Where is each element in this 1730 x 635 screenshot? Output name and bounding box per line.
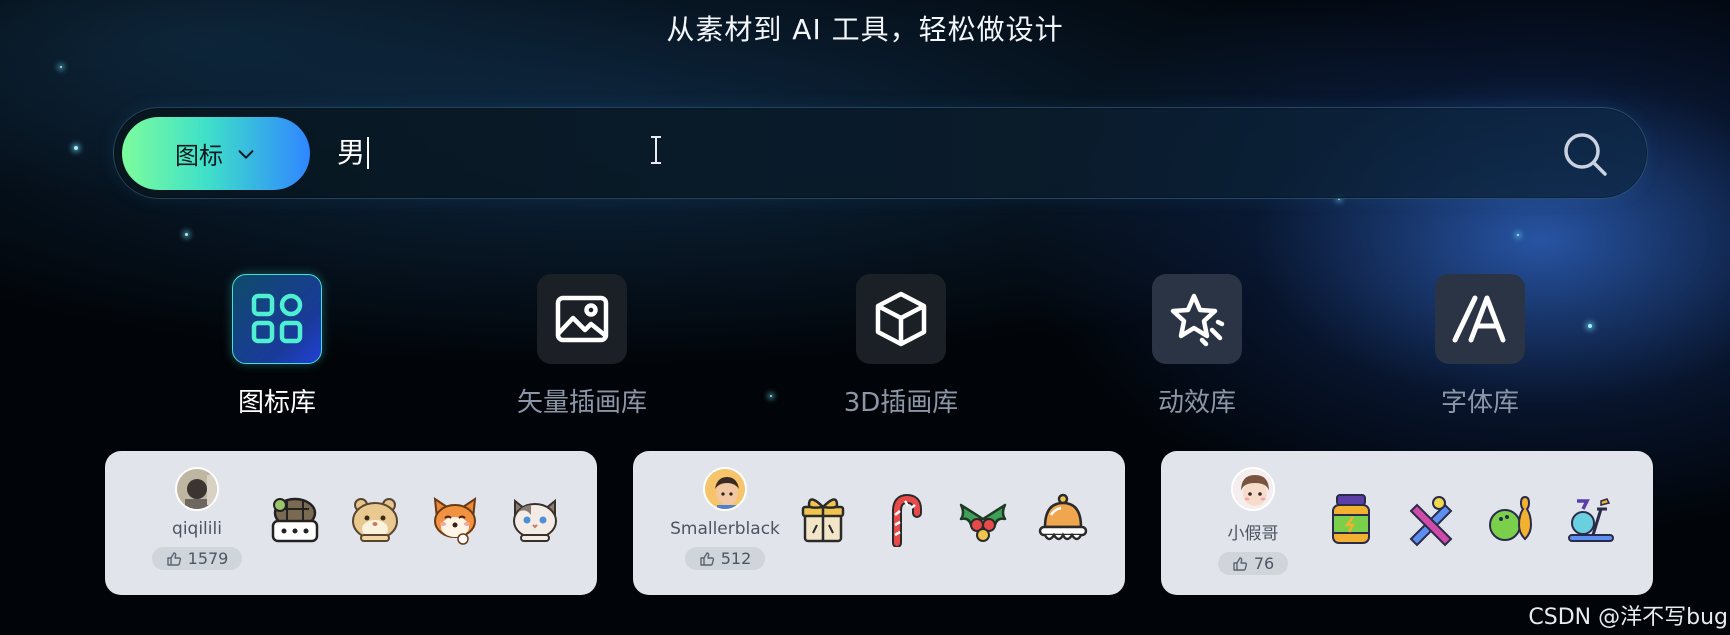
text-cursor-icon xyxy=(651,136,661,164)
like-count-value: 512 xyxy=(720,549,752,568)
category-label: 图标库 xyxy=(237,388,316,418)
gift-icon[interactable] xyxy=(795,489,851,549)
search-type-dropdown[interactable]: 图标 xyxy=(122,117,310,190)
like-count-value: 1579 xyxy=(187,549,229,568)
bell-icon[interactable] xyxy=(1035,489,1091,549)
icon-set-card[interactable]: 小假哥 76 xyxy=(1161,451,1653,595)
shiba-dog-icon[interactable] xyxy=(427,489,483,549)
star-decoration xyxy=(185,233,188,236)
chevron-down-icon xyxy=(238,149,254,159)
watermark: CSDN @洋不写bug xyxy=(1528,605,1728,630)
icon-set-card[interactable]: Smallerblack 512 xyxy=(633,451,1125,595)
like-count[interactable]: 512 xyxy=(684,547,766,570)
search-bar: 图标 男 xyxy=(113,107,1648,199)
category-label: 3D插画库 xyxy=(843,388,959,418)
grid-icon xyxy=(251,293,303,344)
icon-preview-row xyxy=(795,489,1091,549)
avatar[interactable] xyxy=(703,467,747,511)
bowling-icon[interactable] xyxy=(1483,489,1539,549)
author-info: Smallerblack 512 xyxy=(655,467,795,571)
cube-icon xyxy=(875,291,927,347)
candy-cane-icon[interactable] xyxy=(875,489,931,549)
search-icon[interactable] xyxy=(1561,130,1609,178)
like-count[interactable]: 76 xyxy=(1217,552,1289,575)
category-label: 动效库 xyxy=(1157,388,1236,418)
image-icon xyxy=(555,295,609,343)
author-name[interactable]: Smallerblack xyxy=(655,519,795,539)
thumbs-up-icon xyxy=(166,551,181,566)
star-decoration xyxy=(74,146,78,150)
page-tagline: 从素材到 AI 工具，轻松做设计 xyxy=(666,13,1064,46)
like-count-value: 76 xyxy=(1253,554,1275,573)
category-nav: 图标库 矢量插画库 3D插画库 动效库 字体库 xyxy=(0,274,1730,424)
sparkle-star-icon xyxy=(1170,293,1225,347)
star-decoration xyxy=(60,66,62,68)
icon-preview-row xyxy=(267,489,563,549)
search-input-value: 男 xyxy=(337,136,366,169)
search-type-label: 图标 xyxy=(175,142,223,170)
search-input[interactable]: 男 xyxy=(337,128,1437,178)
category-icon-library[interactable]: 图标库 xyxy=(197,274,357,419)
author-info: 小假哥 76 xyxy=(1183,467,1323,576)
category-label: 矢量插画库 xyxy=(516,388,647,418)
thumbs-up-icon xyxy=(1233,556,1247,571)
star-decoration xyxy=(1517,234,1519,236)
hamster-icon[interactable] xyxy=(347,489,403,549)
font-icon xyxy=(1452,295,1506,343)
cat-icon[interactable] xyxy=(507,489,563,549)
icon-preview-row xyxy=(1323,489,1619,549)
avatar[interactable] xyxy=(1231,467,1275,511)
like-count[interactable]: 1579 xyxy=(151,547,243,570)
category-vector-illustration[interactable]: 矢量插画库 xyxy=(502,274,662,419)
category-label: 字体库 xyxy=(1440,388,1519,418)
supplement-jar-icon[interactable] xyxy=(1323,489,1379,549)
category-3d-illustration[interactable]: 3D插画库 xyxy=(821,274,981,419)
turtle-icon[interactable] xyxy=(267,489,323,549)
author-name[interactable]: 小假哥 xyxy=(1183,519,1323,544)
category-motion-library[interactable]: 动效库 xyxy=(1117,274,1277,419)
baseball-bats-icon[interactable] xyxy=(1403,489,1459,549)
icon-set-card[interactable]: qiqilili 1579 xyxy=(105,451,597,595)
exercise-bike-icon[interactable] xyxy=(1563,489,1619,549)
holly-icon[interactable] xyxy=(955,489,1011,549)
author-info: qiqilili 1579 xyxy=(127,467,267,571)
category-font-library[interactable]: 字体库 xyxy=(1400,274,1560,419)
text-caret xyxy=(367,137,370,169)
avatar[interactable] xyxy=(175,467,219,511)
thumbs-up-icon xyxy=(700,551,714,566)
author-name[interactable]: qiqilili xyxy=(127,519,267,539)
